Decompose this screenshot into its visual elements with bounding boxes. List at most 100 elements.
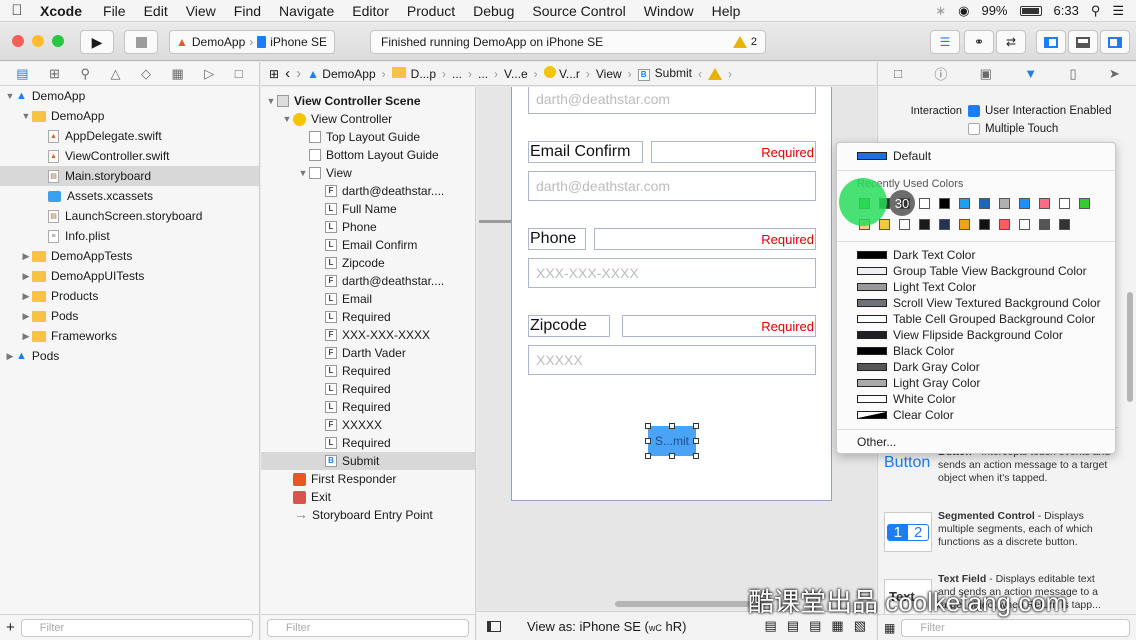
toggle-outline-icon[interactable] xyxy=(487,620,501,632)
outline-item[interactable]: L Required xyxy=(261,398,475,416)
outline-item[interactable]: ▼ View xyxy=(261,164,475,182)
resize-handle[interactable] xyxy=(669,423,675,429)
jump-warning-icon[interactable] xyxy=(708,67,723,80)
outline-item[interactable]: L Required xyxy=(261,380,475,398)
disclosure-triangle-icon[interactable]: ▼ xyxy=(265,96,277,106)
project-navigator-icon[interactable]: ▤ xyxy=(16,66,28,82)
resize-handle[interactable] xyxy=(669,453,675,459)
disclosure-triangle-icon[interactable]: ▶ xyxy=(20,271,32,282)
jump-project[interactable]: ▲ DemoApp xyxy=(307,67,376,81)
toggle-navigator-button[interactable] xyxy=(1036,30,1066,54)
navigator-item[interactable]: ▤ Main.storyboard xyxy=(0,166,259,186)
navigator-item[interactable]: ▶ Pods xyxy=(0,306,259,326)
spotlight-search-icon[interactable]: ⚲ xyxy=(1091,3,1101,19)
horizontal-scrollbar[interactable] xyxy=(615,601,765,607)
notification-center-icon[interactable]: ☰ xyxy=(1112,3,1124,19)
size-inspector-icon[interactable]: ▯ xyxy=(1069,66,1076,82)
disclosure-triangle-icon[interactable]: ▼ xyxy=(4,91,16,101)
pin-icon[interactable]: ▦ xyxy=(831,618,843,634)
outline-item[interactable]: F XXX-XXX-XXXX xyxy=(261,326,475,344)
resize-handle[interactable] xyxy=(645,438,651,444)
outline-item[interactable]: L Required xyxy=(261,362,475,380)
navigator-item[interactable]: ≡ Info.plist xyxy=(0,226,259,246)
resize-handle[interactable] xyxy=(645,453,651,459)
breakpoint-navigator-icon[interactable]: ▷ xyxy=(204,66,214,82)
resize-handle[interactable] xyxy=(693,438,699,444)
bluetooth-icon[interactable]: ∗ xyxy=(935,3,946,19)
recent-color-swatch[interactable] xyxy=(1059,198,1070,209)
recent-color-swatch[interactable] xyxy=(919,198,930,209)
email-confirm-label[interactable]: Email Confirm xyxy=(528,141,643,163)
menu-help[interactable]: Help xyxy=(712,3,741,19)
named-color-item[interactable]: Light Text Color xyxy=(857,279,976,295)
named-color-item[interactable]: Dark Gray Color xyxy=(857,359,980,375)
navigator-item[interactable]: ▼ DemoApp xyxy=(0,106,259,126)
named-color-item[interactable]: Dark Text Color xyxy=(857,247,975,263)
recent-color-swatch[interactable] xyxy=(979,219,990,230)
menu-editor[interactable]: Editor xyxy=(352,3,389,19)
jump-folder[interactable]: D...p xyxy=(391,66,436,81)
named-color-item[interactable]: Group Table View Background Color xyxy=(857,263,1087,279)
apple-menu-icon[interactable]:  xyxy=(0,2,34,19)
named-color-item[interactable]: Black Color xyxy=(857,343,954,359)
outline-item[interactable]: Fdarth@deathstar.... xyxy=(261,182,475,200)
identity-inspector-icon[interactable]: ▣ xyxy=(980,66,992,82)
scheme-selector[interactable]: ▲ DemoApp › iPhone SE xyxy=(169,30,335,54)
jump-storyboard[interactable]: ... xyxy=(452,67,462,81)
outline-filter-input[interactable]: Filter xyxy=(267,618,469,637)
resolve-autolayout-icon[interactable]: ▧ xyxy=(854,618,866,634)
recent-color-swatch[interactable] xyxy=(1039,219,1050,230)
menu-app-name[interactable]: Xcode xyxy=(40,3,82,19)
toggle-utilities-button[interactable] xyxy=(1100,30,1130,54)
jump-view-controller[interactable]: V...r xyxy=(543,66,580,81)
menu-navigate[interactable]: Navigate xyxy=(279,3,334,19)
named-color-item[interactable]: Light Gray Color xyxy=(857,375,980,391)
menu-edit[interactable]: Edit xyxy=(144,3,168,19)
outline-item[interactable]: Bottom Layout Guide xyxy=(261,146,475,164)
navigator-item[interactable]: ▶ DemoAppTests xyxy=(0,246,259,266)
resize-handle[interactable] xyxy=(693,453,699,459)
version-editor-button[interactable]: ⇄ xyxy=(996,30,1026,54)
outline-item[interactable]: L Full Name xyxy=(261,200,475,218)
outline-item[interactable]: L Email Confirm xyxy=(261,236,475,254)
back-icon[interactable]: ‹ xyxy=(285,65,290,82)
navigator-item[interactable]: ▶ Frameworks xyxy=(0,326,259,346)
recent-color-swatch[interactable] xyxy=(1039,198,1050,209)
symbol-navigator-icon[interactable]: ⊞ xyxy=(49,66,60,82)
library-filter-input[interactable]: Filter xyxy=(901,618,1130,637)
recent-color-swatch[interactable] xyxy=(939,219,950,230)
menu-find[interactable]: Find xyxy=(234,3,261,19)
align-icon[interactable]: ▤ xyxy=(809,618,821,634)
named-color-item[interactable]: Scroll View Textured Background Color xyxy=(857,295,1101,311)
submit-button[interactable]: S...mit xyxy=(648,426,696,456)
clock[interactable]: 6:33 xyxy=(1054,3,1079,18)
menu-view[interactable]: View xyxy=(186,3,216,19)
outline-item[interactable]: Top Layout Guide xyxy=(261,128,475,146)
color-default-item[interactable]: Default xyxy=(857,148,931,164)
outline-item[interactable]: L Phone xyxy=(261,218,475,236)
jump-storyboard-2[interactable]: ... xyxy=(478,67,488,81)
recent-color-swatch[interactable] xyxy=(919,219,930,230)
zoom-window-button[interactable] xyxy=(52,35,64,47)
jump-submit[interactable]: B Submit xyxy=(637,66,692,81)
outline-item[interactable]: ▼ View Controller Scene xyxy=(261,92,475,110)
run-button[interactable]: ▶ xyxy=(80,30,114,54)
outline-item[interactable]: L Email xyxy=(261,290,475,308)
email-field[interactable]: darth@deathstar.com xyxy=(528,87,816,114)
update-frames-icon[interactable]: ▤ xyxy=(765,618,777,634)
grid-view-icon[interactable]: ▦ xyxy=(884,621,895,635)
multiple-touch-checkbox[interactable] xyxy=(968,123,980,135)
outline-item[interactable]: F XXXXX xyxy=(261,416,475,434)
disclosure-triangle-icon[interactable]: ▶ xyxy=(20,311,32,322)
recent-color-swatch[interactable] xyxy=(1059,219,1070,230)
color-other-item[interactable]: Other... xyxy=(857,434,896,450)
jump-view[interactable]: View xyxy=(596,67,622,81)
disclosure-triangle-icon[interactable]: ▼ xyxy=(20,111,32,121)
disclosure-triangle-icon[interactable]: ▶ xyxy=(20,251,32,262)
quick-help-icon[interactable]: ⓘ xyxy=(934,64,947,83)
minimize-window-button[interactable] xyxy=(32,35,44,47)
outline-item[interactable]: Fdarth@deathstar.... xyxy=(261,272,475,290)
connections-inspector-icon[interactable]: ➤ xyxy=(1109,66,1120,82)
view-as-label[interactable]: View as: iPhone SE (wC hR) xyxy=(527,619,686,634)
recent-color-swatch[interactable] xyxy=(999,219,1010,230)
